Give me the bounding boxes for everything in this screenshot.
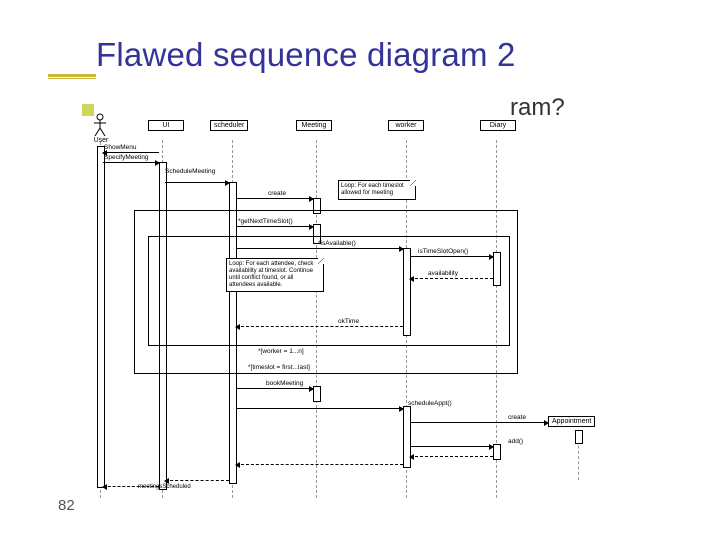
arrow-add bbox=[410, 446, 493, 447]
activation-diary-add bbox=[493, 444, 501, 460]
msg-loop-worker: *[worker = 1...n] bbox=[258, 348, 304, 355]
arrow-schedappt bbox=[236, 408, 403, 409]
msg-specify: SpecifyMeeting bbox=[104, 154, 148, 161]
arrow-create2 bbox=[410, 422, 548, 423]
msg-add: add() bbox=[508, 438, 523, 445]
msg-loop-timeslot: *[timeslot = first...last] bbox=[248, 364, 310, 371]
arrow-schedule bbox=[165, 182, 229, 183]
note-outer-loop: Loop: For each timeslot allowed for meet… bbox=[338, 180, 416, 200]
msg-schedule: ScheduleMeeting bbox=[165, 168, 215, 175]
title-area: Flawed sequence diagram 2 bbox=[48, 28, 696, 84]
lifeline-head-ui: UI bbox=[148, 120, 184, 131]
activation-meeting-book bbox=[313, 386, 321, 402]
msg-getnext: *getNextTimeSlot() bbox=[238, 218, 293, 225]
activation-user bbox=[97, 146, 105, 488]
msg-isavail: *isAvailable() bbox=[318, 240, 356, 247]
title-underline-thick bbox=[48, 74, 96, 77]
arrow-istimeslot bbox=[410, 256, 493, 257]
arrow-getnext bbox=[236, 226, 313, 227]
activation-appointment bbox=[575, 430, 583, 444]
slide-title: Flawed sequence diagram 2 bbox=[96, 36, 616, 74]
title-underline-thin bbox=[48, 78, 96, 79]
sequence-diagram: User UI scheduler Meeting worker Diary S… bbox=[108, 108, 628, 498]
page-number: 82 bbox=[58, 497, 75, 514]
msg-availability: availability bbox=[428, 270, 458, 277]
lifeline-head-scheduler: scheduler bbox=[210, 120, 248, 131]
arrow-isavail bbox=[236, 248, 403, 249]
actor-label: User bbox=[86, 137, 116, 144]
stickman-icon bbox=[86, 112, 114, 138]
msg-oktime: okTime bbox=[338, 318, 359, 325]
note-inner-loop: Loop: For each attendee, check availabil… bbox=[226, 258, 324, 292]
arrow-specify bbox=[103, 162, 159, 163]
arrow-oktime bbox=[236, 326, 403, 327]
arrow-availability bbox=[410, 278, 493, 279]
arrow-schedappt-return bbox=[236, 464, 403, 465]
msg-schedappt: scheduleAppt() bbox=[408, 400, 452, 407]
msg-istimeslot: isTimeSlotOpen() bbox=[418, 248, 468, 255]
arrow-to-user-return bbox=[103, 486, 159, 487]
lifeline-head-appointment: Appointment bbox=[548, 416, 595, 427]
lifeline-head-meeting: Meeting bbox=[296, 120, 332, 131]
arrow-book bbox=[236, 388, 313, 389]
msg-create2: create bbox=[508, 414, 526, 421]
msg-create: create bbox=[268, 190, 286, 197]
msg-footer-cut: meetingsScheduled bbox=[138, 484, 191, 490]
arrow-final-return bbox=[165, 480, 229, 481]
arrow-showmenu bbox=[103, 152, 159, 153]
msg-book: bookMeeting bbox=[266, 380, 303, 387]
arrow-create bbox=[236, 198, 313, 199]
arrow-add-return bbox=[410, 456, 493, 457]
lifeline-head-worker: worker bbox=[388, 120, 424, 131]
lifeline-head-diary: Diary bbox=[480, 120, 516, 131]
actor-user: User bbox=[86, 112, 116, 144]
msg-showmenu: ShowMenu bbox=[104, 144, 137, 151]
slide-root: Flawed sequence diagram 2 ram? 82 User U… bbox=[0, 0, 720, 540]
